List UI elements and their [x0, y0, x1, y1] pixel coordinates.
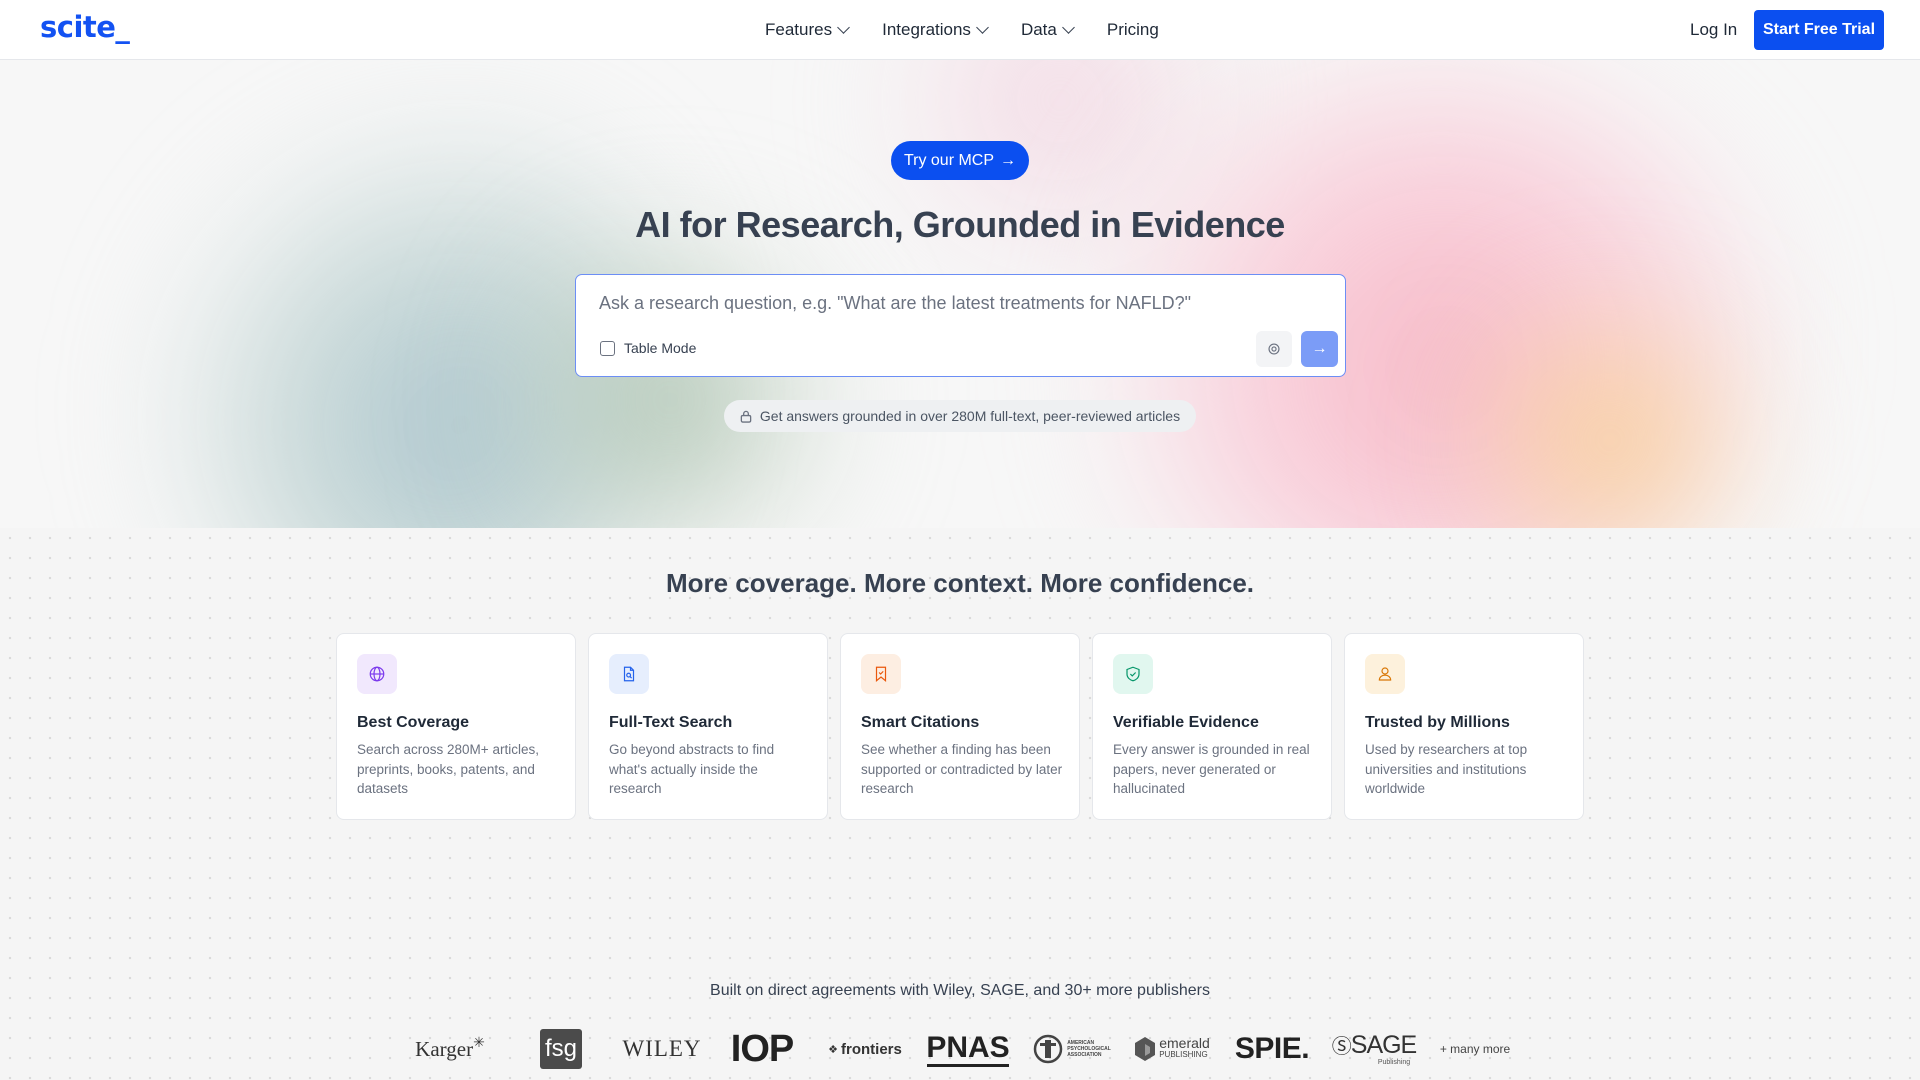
main-nav: Features Integrations Data Pricing: [765, 0, 1159, 60]
chevron-down-icon: [1061, 21, 1075, 34]
nav-integrations[interactable]: Integrations: [882, 20, 989, 40]
spie-logo: SPIE.: [1234, 1032, 1310, 1065]
frontiers-logo-text: frontiers: [841, 1040, 902, 1058]
apa-logo: AMERICAN PSYCHOLOGICAL ASSOCIATION: [1031, 1027, 1113, 1071]
sage-logo-text: SAGE: [1350, 1030, 1417, 1059]
login-link[interactable]: Log In: [1690, 20, 1737, 40]
scite-logo[interactable]: scite_: [40, 10, 130, 44]
feature-card-title: Verifiable Evidence: [1113, 714, 1259, 731]
feature-card: Full-Text Search Go beyond abstracts to …: [588, 633, 828, 820]
wiley-logo: WILEY: [622, 1036, 702, 1061]
fsg-logo: fsg: [540, 1029, 582, 1069]
apa-logo-line3: ASSOCIATION: [1067, 1052, 1102, 1058]
emerald-logo-line1: emerald: [1159, 1035, 1210, 1051]
document-search-icon: [609, 654, 649, 694]
start-free-trial-button[interactable]: Start Free Trial: [1754, 10, 1884, 50]
nav-data-label: Data: [1020, 20, 1057, 39]
table-mode-checkbox[interactable]: [600, 340, 615, 356]
feature-card-desc: Search across 280M+ articles, preprints,…: [357, 742, 539, 796]
shield-check-icon: [1113, 654, 1153, 694]
emerald-emblem-icon: [1135, 1037, 1156, 1061]
coverage-info-text: Get answers grounded in over 280M full-t…: [759, 408, 1181, 424]
coverage-info-pill: Get answers grounded in over 280M full-t…: [724, 400, 1196, 432]
features-section: More coverage. More context. More confid…: [0, 528, 1920, 1080]
search-settings-button[interactable]: [1256, 331, 1292, 367]
feature-card-title: Smart Citations: [861, 714, 980, 731]
globe-icon: [357, 654, 397, 694]
feature-card-desc: Go beyond abstracts to find what's actua…: [609, 742, 775, 796]
submit-search-button[interactable]: →: [1301, 331, 1338, 367]
sage-logo-subtext: Publishing: [1377, 1058, 1411, 1066]
publisher-logos: Karger ✳ fsg WILEY IOP ❖ frontiers PNAS AM…: [410, 1024, 1515, 1074]
emerald-logo: emerald PUBLISHING: [1131, 1027, 1213, 1071]
bookmark-icon: [861, 654, 901, 694]
feature-card-title: Trusted by Millions: [1365, 714, 1510, 731]
nav-integrations-label: Integrations: [882, 20, 971, 39]
feature-card: Best Coverage Search across 280M+ articl…: [336, 633, 576, 820]
feature-card-desc: See whether a finding has been supported…: [861, 742, 1063, 796]
table-mode-toggle[interactable]: Table Mode: [600, 340, 696, 356]
feature-card: Smart Citations See whether a finding ha…: [840, 633, 1080, 820]
features-title: More coverage. More context. More confid…: [665, 568, 1255, 598]
settings-icon: [1268, 343, 1280, 355]
nav-data[interactable]: Data: [1020, 20, 1075, 40]
try-mcp-label: Try our MCP: [903, 151, 995, 169]
chevron-down-icon: [976, 21, 989, 34]
publishers-caption: Built on direct agreements with Wiley, S…: [710, 982, 1210, 999]
apa-emblem-icon: [1033, 1034, 1063, 1064]
lock-icon: [740, 410, 752, 423]
nav-features[interactable]: Features: [765, 20, 850, 40]
many-more-label: + many more: [1439, 1042, 1511, 1056]
top-navbar: scite_ Features Integrations Data Pricin…: [0, 0, 1920, 60]
hero-section: Try our MCP → AI for Research, Grounded …: [0, 60, 1920, 528]
feature-card-title: Best Coverage: [357, 714, 470, 731]
nav-features-label: Features: [765, 20, 833, 39]
arrow-right-icon: →: [1311, 340, 1328, 357]
feature-card-desc: Every answer is grounded in real papers,…: [1113, 742, 1310, 796]
iop-logo: IOP: [730, 1027, 794, 1070]
user-icon: [1365, 654, 1405, 694]
table-mode-label: Table Mode: [624, 340, 697, 356]
karger-logo-text: Karger: [415, 1036, 474, 1061]
feature-card-desc: Used by researchers at top universities …: [1365, 742, 1528, 796]
feature-card: Trusted by Millions Used by researchers …: [1344, 633, 1584, 820]
feature-cards: Best Coverage Search across 280M+ articl…: [336, 633, 1584, 820]
feature-card-title: Full-Text Search: [609, 714, 733, 731]
chevron-down-icon: [837, 21, 850, 34]
pnas-logo: PNAS: [926, 1031, 1010, 1067]
nav-pricing-label: Pricing: [1106, 20, 1159, 39]
nav-pricing[interactable]: Pricing: [1107, 20, 1159, 40]
research-question-input[interactable]: [599, 293, 1299, 314]
emerald-logo-line2: PUBLISHING: [1159, 1050, 1208, 1059]
try-mcp-button[interactable]: Try our MCP →: [891, 141, 1029, 180]
sage-logo: ⓈSAGE Publishing: [1331, 1030, 1417, 1066]
research-search-box: Table Mode →: [575, 274, 1346, 377]
hero-title: AI for Research, Grounded in Evidence: [635, 204, 1285, 245]
feature-card: Verifiable Evidence Every answer is grou…: [1092, 633, 1332, 820]
frontiers-logo: ❖ frontiers: [828, 1040, 902, 1058]
arrow-right-icon: →: [1000, 151, 1017, 169]
karger-logo: Karger ✳: [415, 1035, 485, 1061]
